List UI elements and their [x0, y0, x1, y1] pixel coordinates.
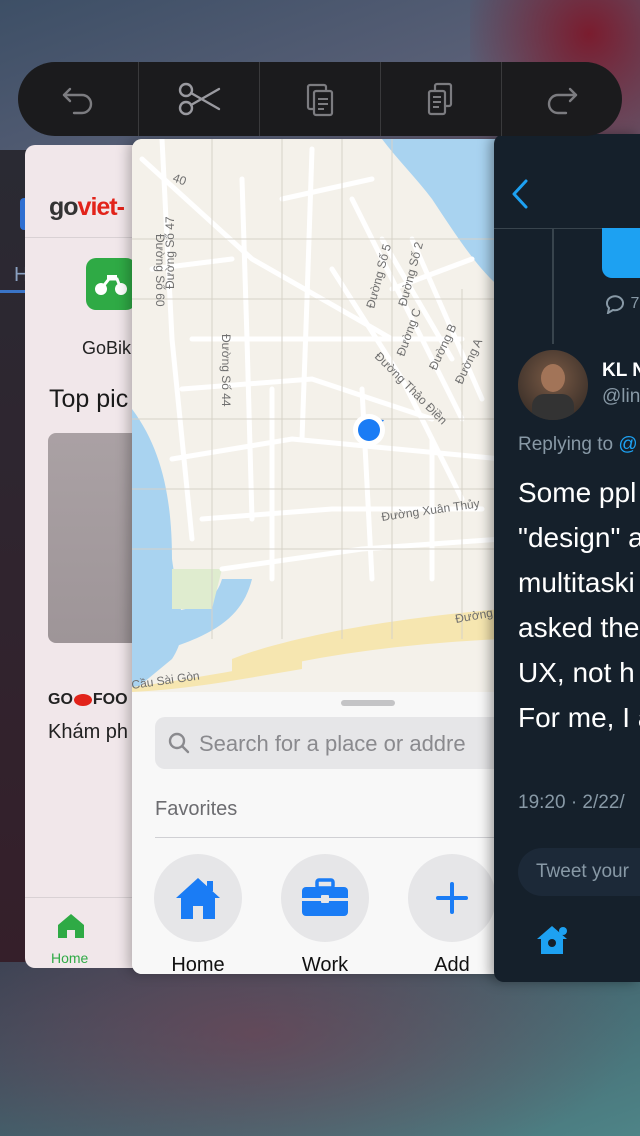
- copy-button[interactable]: [260, 62, 381, 136]
- home-tab-icon[interactable]: [534, 922, 570, 958]
- favorite-work[interactable]: Work: [281, 854, 369, 974]
- tweet-line: "design" a: [518, 522, 640, 553]
- maps-bottom-sheet: Search for a place or addre Favorites Ho…: [132, 692, 502, 974]
- paste-button[interactable]: [381, 62, 502, 136]
- cut-button[interactable]: [139, 62, 260, 136]
- divider: [155, 837, 502, 838]
- edit-toolbar: [18, 62, 622, 136]
- avatar-face: [541, 364, 565, 392]
- house-icon: [176, 878, 220, 919]
- map-view[interactable]: 40 Đường Số 60 Đường Số 47 Đường Số 5 Đư…: [132, 139, 502, 692]
- avatar[interactable]: [518, 350, 588, 420]
- street-label: Đường Số 47: [163, 216, 177, 289]
- twitter-nav-bar: [494, 134, 640, 229]
- tweet-timestamp: 19:20 · 2/22/: [518, 792, 625, 813]
- thread-line: [552, 228, 554, 344]
- favorite-add-label: Add: [434, 954, 470, 974]
- search-field[interactable]: Search for a place or addre: [155, 717, 502, 769]
- app-card-goviet[interactable]: goviet- GoBik Top pic GO FOO Khám ph Home: [25, 145, 145, 968]
- favorite-home[interactable]: Home: [154, 854, 242, 974]
- sheet-grabber[interactable]: [341, 700, 395, 706]
- favorite-work-circle[interactable]: [281, 854, 369, 942]
- gobike-label: GoBik: [82, 338, 132, 358]
- reply-placeholder: Tweet your: [536, 861, 629, 882]
- gofood-logo: GO FOO: [48, 691, 128, 708]
- redo-button[interactable]: [502, 62, 622, 136]
- replying-to: Replying to @: [518, 434, 638, 455]
- current-location-marker: [353, 414, 385, 446]
- gobike-service-button[interactable]: [86, 258, 136, 310]
- user-handle[interactable]: @lin: [602, 386, 640, 408]
- goviet-header: goviet-: [25, 145, 145, 238]
- avatar-shirt: [532, 394, 574, 420]
- motorbike-icon: [95, 275, 127, 295]
- promo-image[interactable]: [48, 433, 145, 643]
- tweet-body: Some ppl "design" a multitaski asked the…: [518, 470, 640, 740]
- goviet-logo: goviet-: [49, 193, 125, 221]
- favorite-add-circle[interactable]: [408, 854, 496, 942]
- search-placeholder: Search for a place or addre: [199, 731, 466, 756]
- plus-icon: [436, 882, 468, 914]
- redo-icon: [547, 87, 578, 115]
- reply-input[interactable]: Tweet your: [518, 848, 640, 896]
- explore-text: Khám ph: [48, 721, 129, 743]
- scissors-icon: [178, 82, 221, 116]
- briefcase-icon: [302, 878, 348, 916]
- favorite-home-circle[interactable]: [154, 854, 242, 942]
- display-name[interactable]: KL N: [602, 360, 640, 382]
- copy-icon: [306, 83, 334, 117]
- back-chevron-icon[interactable]: [510, 178, 530, 210]
- paste-icon: [427, 82, 453, 116]
- quoted-media[interactable]: [602, 228, 640, 278]
- tweet-line: multitaski: [518, 567, 635, 598]
- reply-icon: [606, 295, 624, 316]
- undo-button[interactable]: [18, 62, 139, 136]
- tweet-line: asked the: [518, 612, 640, 643]
- undo-icon: [62, 87, 93, 115]
- tab-home-label[interactable]: Home: [51, 950, 88, 966]
- favorite-add[interactable]: Add: [408, 854, 496, 974]
- favorite-home-label: Home: [171, 954, 225, 974]
- tweet-line: Some ppl: [518, 477, 637, 508]
- goviet-tab-bar: Home: [25, 897, 145, 968]
- favorites-heading: Favorites: [155, 798, 238, 820]
- app-card-maps[interactable]: 40 Đường Số 60 Đường Số 47 Đường Số 5 Đư…: [132, 139, 502, 974]
- tweet-line: UX, not h: [518, 657, 635, 688]
- app-card-twitter[interactable]: 7 KL N @lin Replying to @ Some ppl "desi…: [494, 134, 640, 982]
- street-label: Đường Số 44: [219, 334, 233, 407]
- tweet-line: For me, I a: [518, 702, 640, 733]
- section-title: Top pic: [49, 385, 129, 413]
- favorite-work-label: Work: [301, 954, 349, 974]
- reply-count[interactable]: 7: [604, 294, 639, 316]
- home-icon[interactable]: [56, 912, 86, 940]
- search-icon: [168, 732, 190, 754]
